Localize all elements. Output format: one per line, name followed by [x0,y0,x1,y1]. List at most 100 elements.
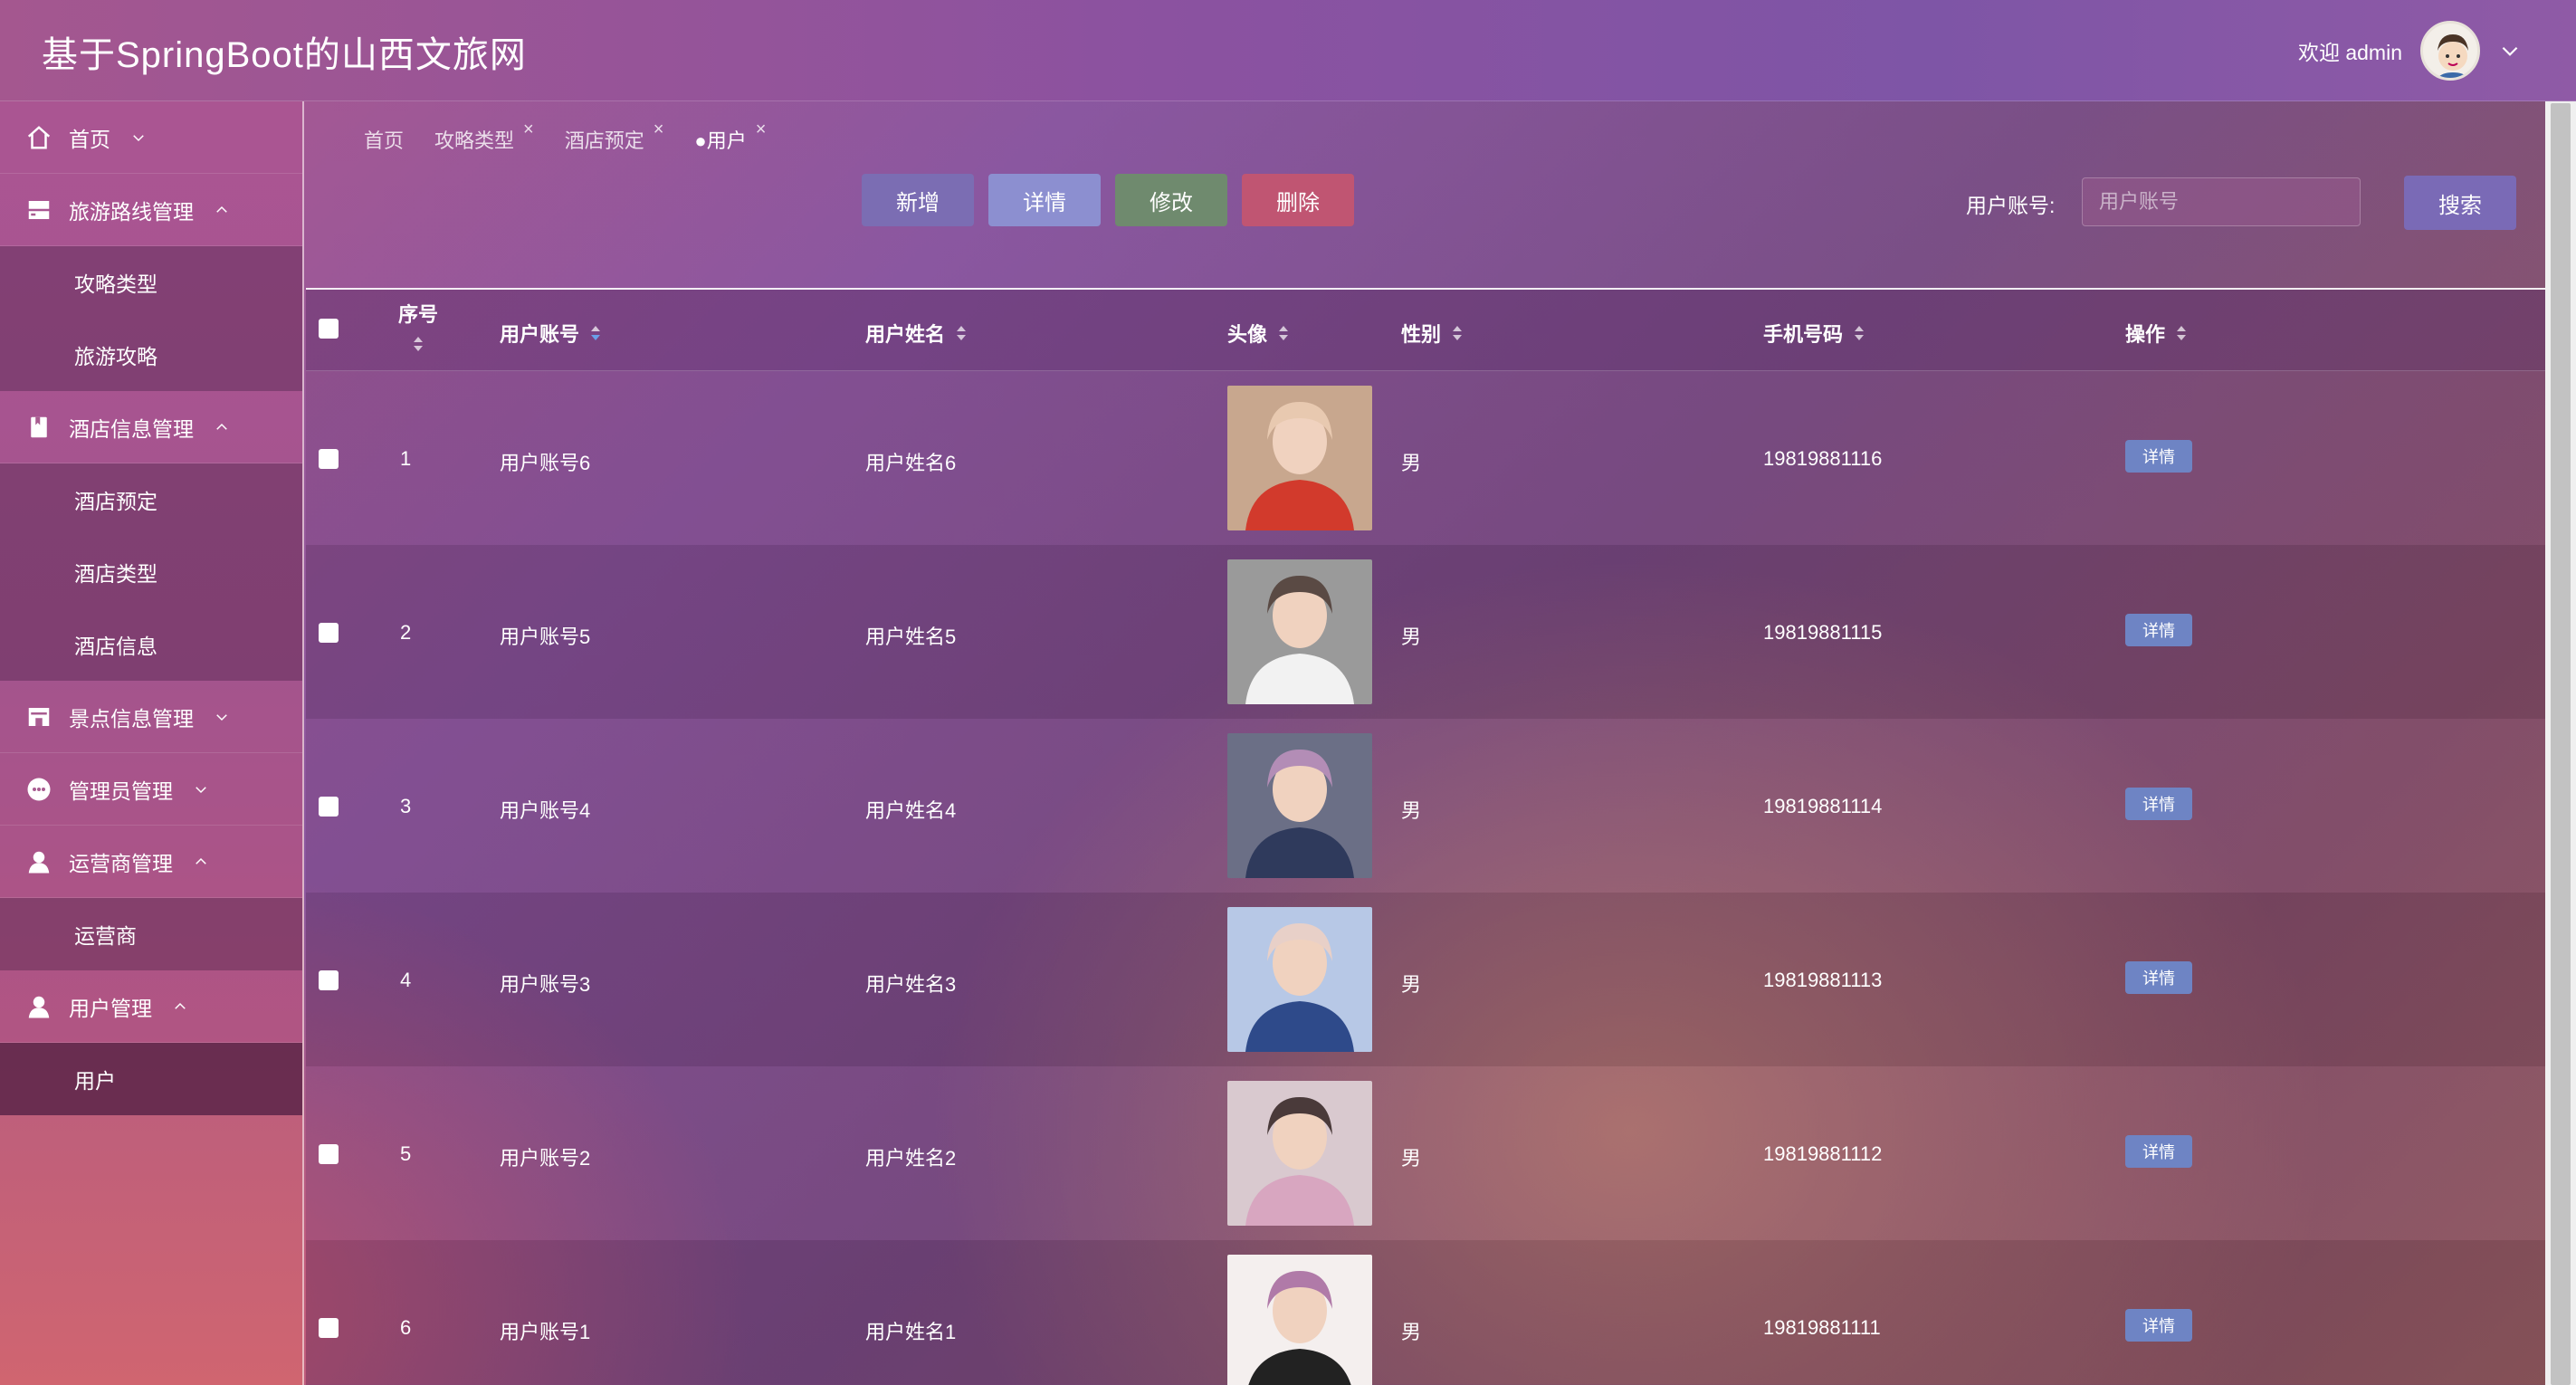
column-header-gender[interactable]: 性别 [1401,319,1465,348]
row-checkbox[interactable] [319,970,339,990]
toolbar: 新增 详情 修改 删除 [862,174,1354,226]
column-header-avatar[interactable]: 头像 [1227,319,1291,348]
tab-label: ●用户 [694,129,747,152]
row-checkbox[interactable] [319,623,339,643]
column-header-index[interactable]: 序号 [398,299,438,353]
cell-phone: 19819881111 [1763,1316,1881,1339]
edit-button[interactable]: 修改 [1115,174,1227,226]
avatar[interactable] [2420,21,2480,81]
route-icon [28,200,50,219]
user-avatar-image [1227,1081,1372,1226]
sidebar-item-label: 管理员管理 [69,778,173,803]
close-icon[interactable]: × [654,119,664,140]
scrollbar[interactable] [2545,101,2576,1385]
row-checkbox[interactable] [319,449,339,469]
sidebar-item-label: 用户管理 [69,996,152,1020]
chevron-down-icon[interactable] [2498,39,2522,62]
row-checkbox[interactable] [319,1144,339,1164]
cell-index: 3 [400,795,412,817]
sidebar-item-admin-management[interactable]: 管理员管理 [0,753,302,826]
cell-index: 5 [400,1142,412,1165]
sidebar-item-operator-management[interactable]: 运营商管理 [0,826,302,898]
chevron-up-icon [196,857,206,864]
column-header-phone[interactable]: 手机号码 [1763,319,1866,348]
row-checkbox[interactable] [319,1318,339,1338]
row-detail-button[interactable]: 详情 [2125,1135,2192,1168]
row-detail-button[interactable]: 详情 [2125,961,2192,994]
sidebar-item-label: 首页 [69,127,110,151]
home-icon [27,125,51,148]
search-input[interactable] [2082,177,2361,226]
sidebar-item-scenic-management[interactable]: 景点信息管理 [0,681,302,753]
row-detail-button[interactable]: 详情 [2125,1309,2192,1342]
column-header-action[interactable]: 操作 [2125,319,2189,348]
tab-hotel-booking[interactable]: 酒店预定 × [564,119,664,154]
detail-button[interactable]: 详情 [988,174,1101,226]
sidebar: 首页 旅游路线管理 攻略类型 旅游攻略 酒店信息管理 酒店预定 酒店类型 酒店信… [0,101,304,1385]
sidebar-item-home[interactable]: 首页 [0,101,302,174]
scrollbar-thumb[interactable] [2551,103,2571,1385]
sort-icon [414,337,423,351]
cell-gender: 男 [1401,626,1422,648]
sidebar-subitem-hotel-type[interactable]: 酒店类型 [0,536,302,608]
row-checkbox[interactable] [319,797,339,817]
table-row[interactable]: 4 用户账号3 用户姓名3 男 19819881113 详情 [306,893,2545,1066]
cell-name: 用户姓名6 [865,452,957,474]
user-avatar-image [1227,907,1372,1052]
row-detail-button[interactable]: 详情 [2125,788,2192,820]
sidebar-subitem-strategy-type[interactable]: 攻略类型 [0,246,302,319]
cell-account: 用户账号4 [500,799,591,822]
tab-strategy-type[interactable]: 攻略类型 × [434,119,534,154]
tab-user[interactable]: ●用户 × [694,119,766,154]
row-detail-button[interactable]: 详情 [2125,440,2192,473]
sidebar-subitem-hotel-info[interactable]: 酒店信息 [0,608,302,681]
cell-gender: 男 [1401,1321,1422,1343]
close-icon[interactable]: × [523,119,534,140]
chevron-down-icon [196,786,206,793]
table-row[interactable]: 5 用户账号2 用户姓名2 男 19819881112 详情 [306,1066,2545,1240]
tab-label: 酒店预定 [564,129,644,152]
cell-name: 用户姓名2 [865,1147,957,1170]
chevron-up-icon [175,1002,186,1009]
sidebar-item-route-management[interactable]: 旅游路线管理 [0,174,302,246]
cell-account: 用户账号5 [500,626,591,648]
column-header-account[interactable]: 用户账号 [500,319,603,348]
cell-index: 1 [400,447,412,470]
select-all-checkbox[interactable] [319,319,339,339]
column-header-name[interactable]: 用户姓名 [865,319,968,348]
cell-phone: 19819881116 [1763,447,1883,470]
table-row[interactable]: 2 用户账号5 用户姓名5 男 19819881115 详情 [306,545,2545,719]
portrait-image-icon [1227,1255,1372,1385]
table-row[interactable]: 1 用户账号6 用户姓名6 男 19819881116 详情 [306,371,2545,545]
cell-index: 6 [400,1316,412,1339]
table-body: 1 用户账号6 用户姓名6 男 19819881116 详情 2 用户账号5 用… [306,371,2545,1385]
add-button[interactable]: 新增 [862,174,974,226]
sidebar-subitem-user[interactable]: 用户 [0,1043,302,1115]
tab-bar: 首页 攻略类型 × 酒店预定 × ●用户 × [364,119,766,154]
cell-phone: 19819881112 [1763,1142,1883,1165]
tab-home[interactable]: 首页 [364,125,404,154]
sort-icon [1453,326,1463,340]
hotel-icon [31,416,47,437]
row-detail-button[interactable]: 详情 [2125,614,2192,646]
operator-icon [28,851,50,873]
chevron-up-icon [216,423,227,430]
sidebar-item-user-management[interactable]: 用户管理 [0,970,302,1043]
submenu-hotel: 酒店预定 酒店类型 酒店信息 [0,463,302,681]
search-button[interactable]: 搜索 [2404,176,2516,230]
table-row[interactable]: 6 用户账号1 用户姓名1 男 19819881111 详情 [306,1240,2545,1385]
sidebar-subitem-travel-guide[interactable]: 旅游攻略 [0,319,302,391]
chevron-up-icon [216,205,227,213]
sidebar-subitem-operator[interactable]: 运营商 [0,898,302,970]
sidebar-subitem-hotel-booking[interactable]: 酒店预定 [0,463,302,536]
close-icon[interactable]: × [756,119,767,140]
cell-index: 2 [400,621,412,644]
delete-button[interactable]: 删除 [1242,174,1354,226]
cell-phone: 19819881113 [1763,969,1883,991]
table-row[interactable]: 3 用户账号4 用户姓名4 男 19819881114 详情 [306,719,2545,893]
sidebar-item-hotel-management[interactable]: 酒店信息管理 [0,391,302,463]
sort-icon [591,326,601,340]
submenu-operator: 运营商 [0,898,302,970]
user-avatar-image [1227,733,1372,878]
user-area[interactable]: 欢迎 admin [2298,16,2522,85]
